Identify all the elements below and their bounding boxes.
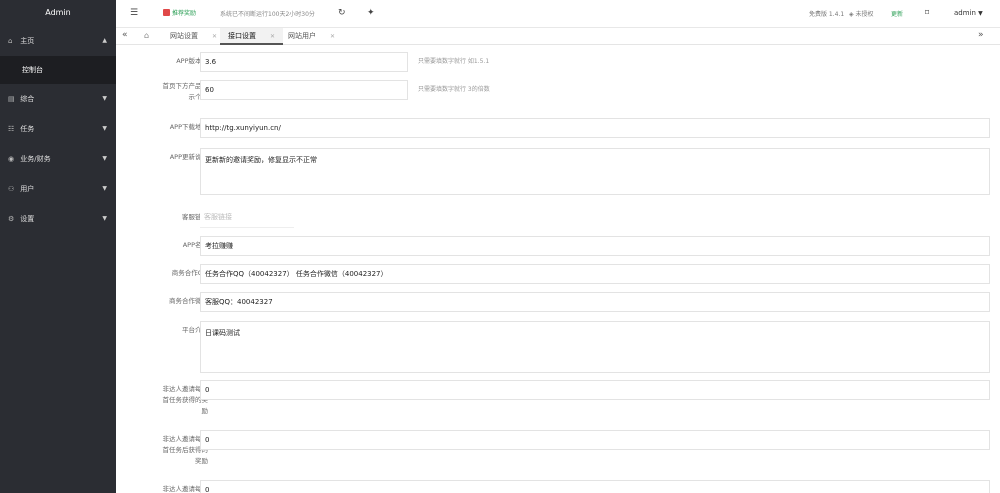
field-label: 首页下方产品显 示个数 xyxy=(130,81,209,103)
app-name-input[interactable]: 考拉赚赚 xyxy=(200,236,990,256)
service-link-input[interactable]: 客服链接 xyxy=(200,208,294,228)
tab-site-users[interactable]: 网站用户 ✕ xyxy=(288,28,335,45)
field-label: 非达人邀请每人 xyxy=(162,485,209,493)
tabs-scroll-right-icon[interactable]: » xyxy=(978,30,984,40)
sidebar-item-settings[interactable]: ⚙ 设置 ▼ xyxy=(0,204,116,234)
grid-icon: ▤ xyxy=(8,95,15,103)
sidebar-item-task[interactable]: ☷ 任务 ▼ xyxy=(0,114,116,144)
user-icon: ⚇ xyxy=(8,185,15,193)
platform-intro-textarea[interactable]: 日课码测试 xyxy=(200,321,990,373)
home-tab-icon[interactable]: ⌂ xyxy=(144,31,149,40)
sidebar-item-finance[interactable]: ◉ 业务/财务 ▼ xyxy=(0,144,116,174)
shield-icon: ◈ xyxy=(849,11,854,18)
tab-api-settings[interactable]: 接口设置 ✕ xyxy=(220,28,284,45)
sidebar: Admin ⌂ 主页 ▲ 控制台 ▤ 综合 ▼ ☷ 任务 ▼ ◉ 业务/财务 ▼… xyxy=(0,0,116,493)
username: admin xyxy=(954,9,976,17)
download-url-input[interactable]: http://tg.xunyiyun.cn/ xyxy=(200,118,990,138)
field-label: 平台介绍 xyxy=(182,326,208,334)
sidebar-subitem-console[interactable]: 控制台 xyxy=(0,56,116,84)
runtime-text: 系统已不间断运行100天2小时30分 xyxy=(220,11,315,18)
home-bottom-count-input[interactable]: 60 xyxy=(200,80,408,100)
field-label-line: 示个数 xyxy=(188,93,209,101)
field-label: APP更新说明 xyxy=(169,153,208,161)
field-label-line: 首页下方产品显 xyxy=(162,82,209,90)
refresh-icon[interactable]: ↻ xyxy=(338,8,346,18)
chevron-down-icon: ▼ xyxy=(102,95,107,102)
menu-toggle-icon[interactable]: ☰ xyxy=(130,8,138,18)
tabs-scroll-left-icon[interactable]: « xyxy=(122,30,128,40)
chevron-up-icon: ▲ xyxy=(102,37,107,44)
chevron-down-icon: ▼ xyxy=(102,125,107,132)
app-version-input[interactable]: 3.6 xyxy=(200,52,408,72)
sidebar-item-label: 任务 xyxy=(20,125,35,133)
field-label: 非达人邀请每人 首任务获得的奖 励 xyxy=(130,384,209,417)
field-label-line: 非达人邀请每人 xyxy=(162,435,209,443)
auth-label: 未授权 xyxy=(855,11,874,18)
field-label: 客服链接 xyxy=(182,213,208,221)
field-label: 商务合作QQ xyxy=(171,269,208,277)
tab-label: 网站用户 xyxy=(288,32,316,40)
notice-label: 推荐奖励 xyxy=(172,10,197,17)
user-menu[interactable]: admin ▼ xyxy=(954,9,983,17)
chevron-down-icon: ▼ xyxy=(102,215,107,222)
settings-form: APP版本号 3.6 只需要填数字就行 如1.5.1 首页下方产品显 示个数 6… xyxy=(116,45,1000,493)
sidebar-item-user[interactable]: ⚇ 用户 ▼ xyxy=(0,174,116,204)
clear-cache-icon[interactable]: ✦ xyxy=(367,8,375,18)
tag-icon[interactable]: ⌑ xyxy=(925,8,929,17)
reward-third-input[interactable]: 0 xyxy=(200,480,990,493)
field-label: 商务合作微信 xyxy=(169,297,208,305)
settings-icon: ⚙ xyxy=(8,215,15,223)
tab-label: 网站设置 xyxy=(170,32,198,40)
biz-qq-input[interactable]: 任务合作QQ（40042327） 任务合作微信（40042327） xyxy=(200,264,990,284)
field-label-line: 首任务获得的奖 xyxy=(162,396,209,404)
app-logo: Admin xyxy=(45,8,71,17)
tab-site-settings[interactable]: 网站设置 ✕ xyxy=(170,28,217,45)
auth-status: ◈ 未授权 xyxy=(849,9,874,18)
close-icon[interactable]: ✕ xyxy=(270,33,275,40)
chevron-down-icon: ▼ xyxy=(102,155,107,162)
update-desc-textarea[interactable]: 更新新的邀请奖励，修复显示不正常 xyxy=(200,148,990,195)
notice-link[interactable]: 推荐奖励 xyxy=(163,8,196,17)
field-label-line: 奖励 xyxy=(195,457,208,465)
field-label: 非达人邀请每人 首任务后获得的 奖励 xyxy=(130,434,209,467)
sidebar-item-label: 设置 xyxy=(20,215,35,223)
field-hint: 只需要填数字就行 3的倍数 xyxy=(418,86,490,93)
home-icon: ⌂ xyxy=(8,37,13,45)
chevron-down-icon: ▼ xyxy=(978,10,983,17)
update-link[interactable]: 更新 xyxy=(891,9,903,18)
sidebar-item-label: 业务/财务 xyxy=(20,155,51,163)
top-header: ☰ 推荐奖励 系统已不间断运行100天2小时30分 ↻ ✦ 免费版 1.4.1 … xyxy=(116,0,1000,28)
field-label: APP名称 xyxy=(182,241,208,249)
field-label: APP版本号 xyxy=(176,57,208,65)
sidebar-item-general[interactable]: ▤ 综合 ▼ xyxy=(0,84,116,114)
version-text: 免费版 1.4.1 xyxy=(809,11,845,18)
sidebar-item-label: 用户 xyxy=(20,185,35,193)
gift-icon xyxy=(163,9,170,16)
reward-first-task-input[interactable]: 0 xyxy=(200,380,990,400)
sidebar-item-home[interactable]: ⌂ 主页 ▲ xyxy=(0,26,116,56)
chevron-down-icon: ▼ xyxy=(102,185,107,192)
close-icon[interactable]: ✕ xyxy=(212,33,217,40)
reward-after-task-input[interactable]: 0 xyxy=(200,430,990,450)
field-label: APP下载地址 xyxy=(169,123,208,131)
sidebar-item-label: 主页 xyxy=(20,37,35,45)
field-label-line: 励 xyxy=(201,407,209,415)
field-label-line: 非达人邀请每人 xyxy=(162,385,209,393)
tab-bar: « ⌂ 网站设置 ✕ 接口设置 ✕ 网站用户 ✕ » xyxy=(116,28,1000,45)
field-hint: 只需要填数字就行 如1.5.1 xyxy=(418,58,490,65)
finance-icon: ◉ xyxy=(8,155,15,163)
biz-wechat-input[interactable]: 客服QQ：40042327 xyxy=(200,292,990,312)
sidebar-item-label: 综合 xyxy=(20,95,35,103)
field-label-line: 首任务后获得的 xyxy=(162,446,209,454)
close-icon[interactable]: ✕ xyxy=(330,33,335,40)
tab-label: 接口设置 xyxy=(228,32,256,40)
task-icon: ☷ xyxy=(8,125,15,133)
